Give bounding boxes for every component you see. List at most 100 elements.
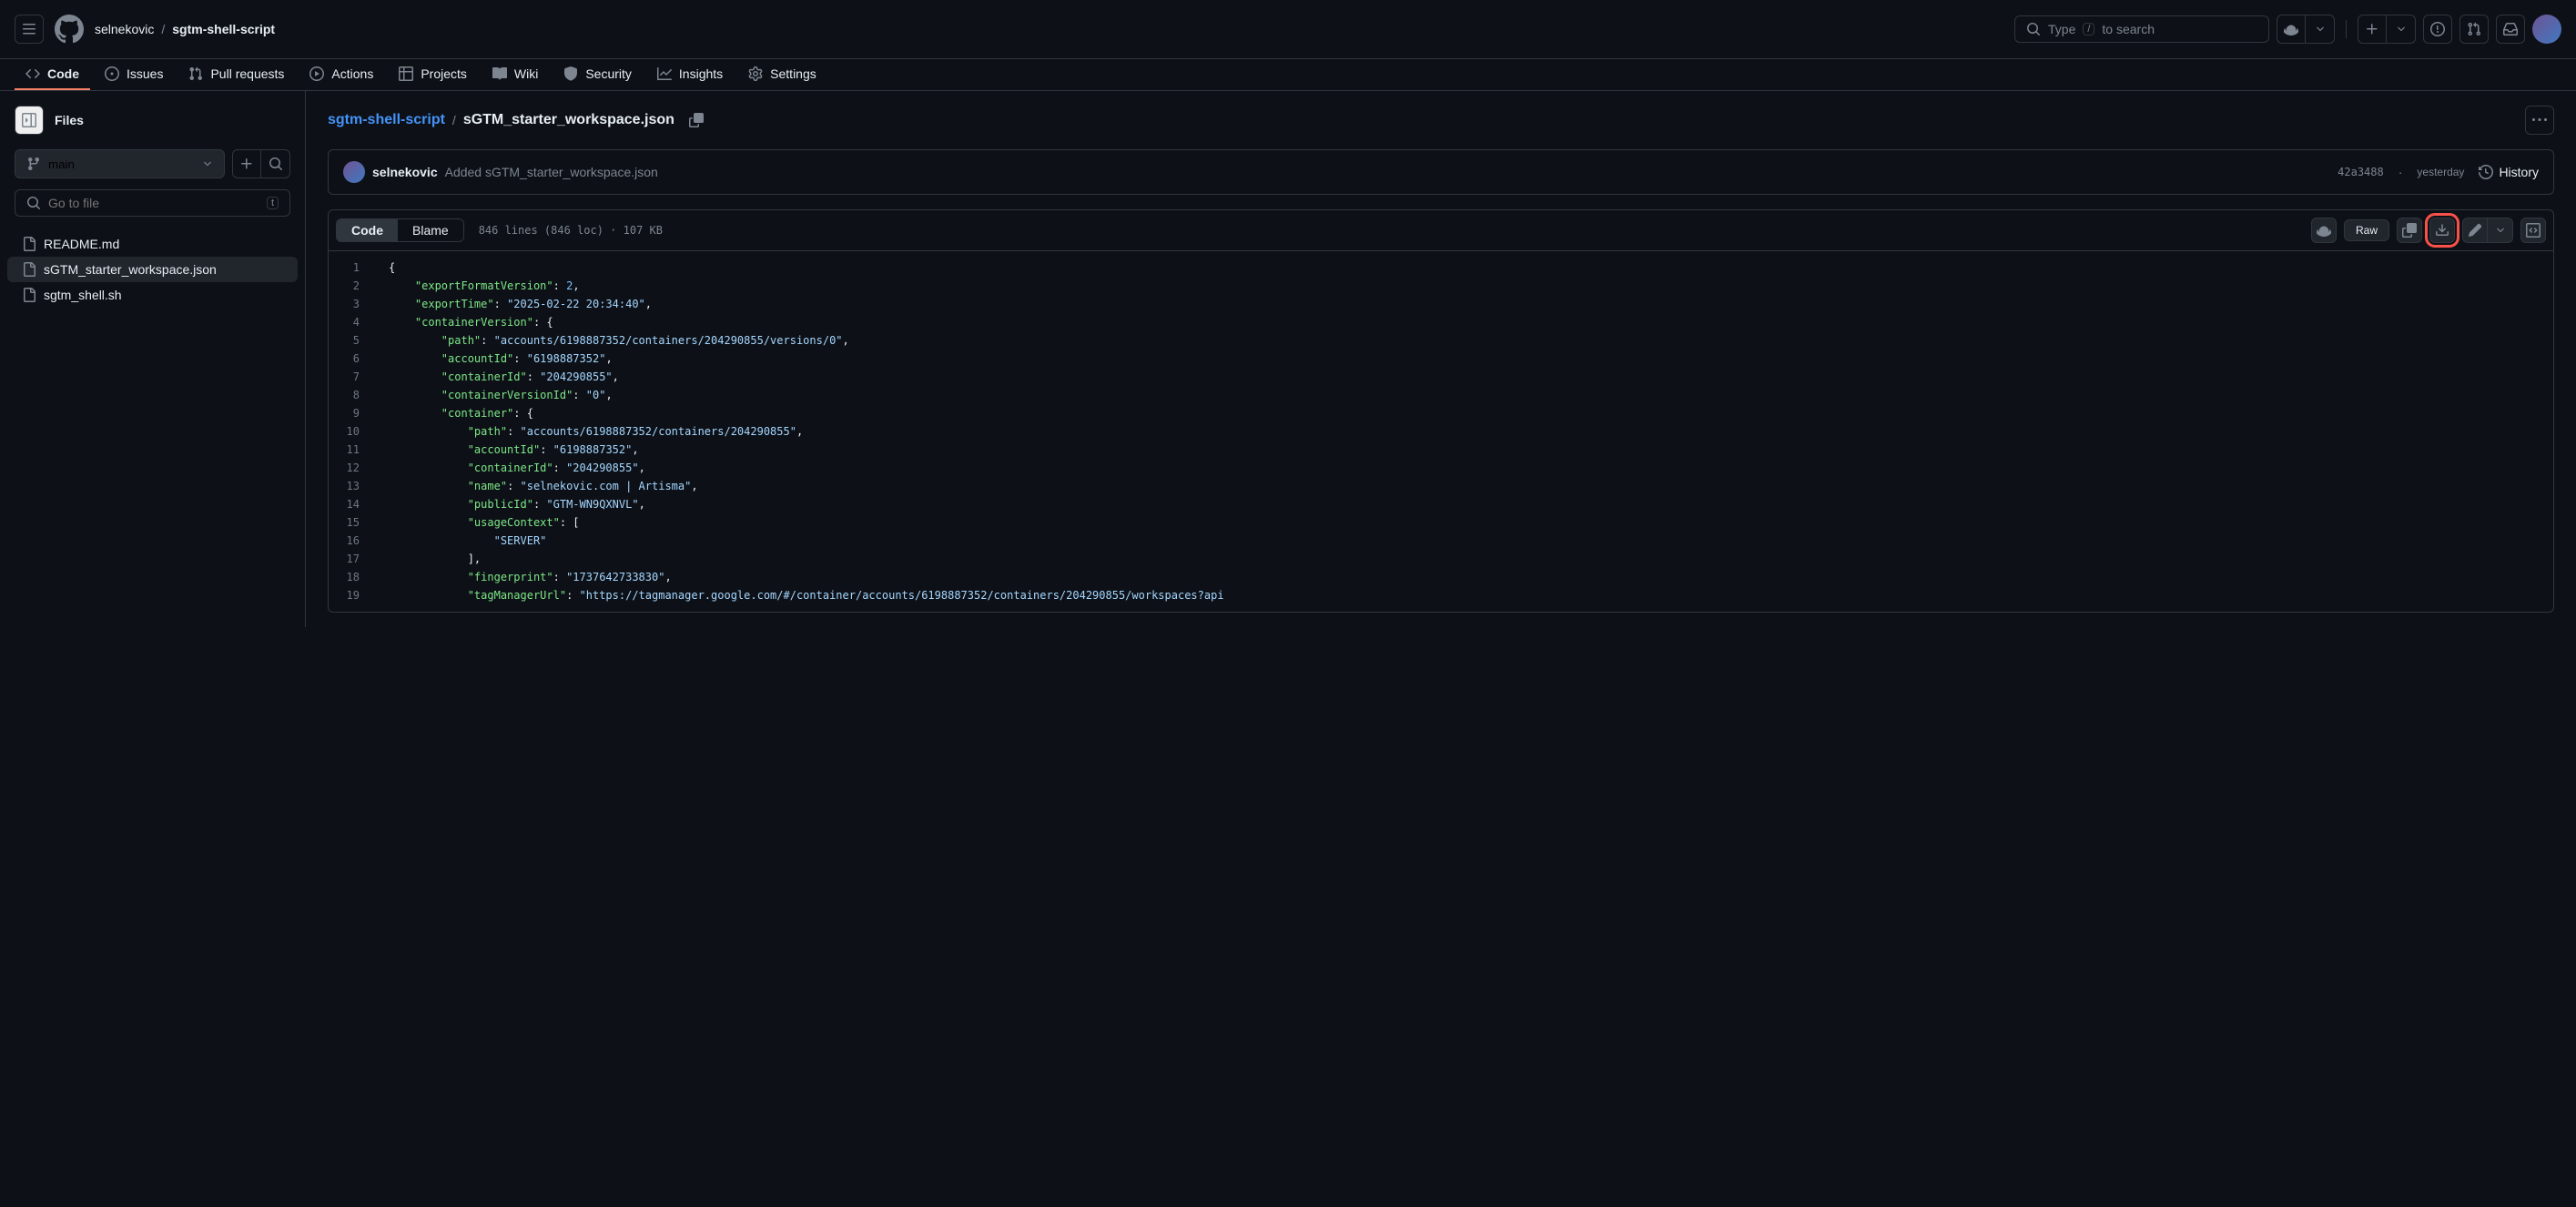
code-line: "containerId": "204290855", (374, 368, 2553, 386)
branch-name: main (48, 157, 75, 171)
file-tree-item[interactable]: sGTM_starter_workspace.json (7, 257, 298, 282)
repo-path-link[interactable]: sgtm-shell-script (328, 112, 445, 128)
history-link[interactable]: History (2479, 165, 2539, 179)
commit-message[interactable]: Added sGTM_starter_workspace.json (445, 165, 658, 179)
line-number[interactable]: 3 (329, 295, 374, 313)
file-tree-item[interactable]: README.md (7, 231, 298, 257)
go-to-file-input[interactable]: t (15, 189, 290, 217)
tab-pull-requests[interactable]: Pull requests (177, 59, 295, 90)
code-line: "path": "accounts/6198887352/containers/… (374, 331, 2553, 350)
tab-settings[interactable]: Settings (737, 59, 827, 90)
search-files-button[interactable] (261, 149, 290, 178)
search-shortcut: / (2083, 23, 2094, 36)
inbox-icon (2503, 22, 2518, 36)
file-icon (22, 237, 36, 251)
notifications-button[interactable] (2496, 15, 2525, 44)
line-number[interactable]: 15 (329, 513, 374, 532)
file-shortcut: t (267, 197, 279, 209)
line-number[interactable]: 1 (329, 259, 374, 277)
pull-requests-button[interactable] (2459, 15, 2489, 44)
file-tree-item[interactable]: sgtm_shell.sh (7, 282, 298, 308)
line-number[interactable]: 9 (329, 404, 374, 422)
line-number[interactable]: 8 (329, 386, 374, 404)
line-number[interactable]: 7 (329, 368, 374, 386)
line-number[interactable]: 5 (329, 331, 374, 350)
code-line: "exportTime": "2025-02-22 20:34:40", (374, 295, 2553, 313)
branch-selector[interactable]: main (15, 149, 225, 178)
tab-issues[interactable]: Issues (94, 59, 174, 90)
line-number[interactable]: 12 (329, 459, 374, 477)
tab-insights[interactable]: Insights (646, 59, 734, 90)
tab-security[interactable]: Security (553, 59, 643, 90)
hamburger-menu-button[interactable] (15, 15, 44, 44)
line-number[interactable]: 13 (329, 477, 374, 495)
line-number[interactable]: 14 (329, 495, 374, 513)
line-number[interactable]: 6 (329, 350, 374, 368)
create-new-dropdown[interactable] (2387, 15, 2416, 44)
history-icon (2479, 165, 2493, 179)
code-tab-button[interactable]: Code (337, 219, 398, 241)
create-new-button[interactable] (2358, 15, 2387, 44)
owner-link[interactable]: selnekovic (95, 22, 154, 36)
go-to-file-field[interactable] (48, 196, 259, 210)
symbols-button[interactable] (2520, 218, 2546, 243)
code-line: "exportFormatVersion": 2, (374, 277, 2553, 295)
code-line: "publicId": "GTM-WN9QXNVL", (374, 495, 2553, 513)
history-label: History (2499, 165, 2539, 179)
copilot-button[interactable] (2277, 15, 2306, 44)
edit-file-button[interactable] (2462, 218, 2488, 243)
commit-author-avatar[interactable] (343, 161, 365, 183)
file-tree-sidebar: Files main t README.mdsGTM_starter_work (0, 91, 306, 627)
copy-raw-button[interactable] (2397, 218, 2422, 243)
more-options-button[interactable] (2525, 106, 2554, 135)
blame-tab-button[interactable]: Blame (398, 219, 463, 241)
sidebar-collapse-button[interactable] (15, 106, 44, 135)
copilot-code-button[interactable] (2311, 218, 2337, 243)
repo-link[interactable]: sgtm-shell-script (172, 22, 275, 36)
tab-actions[interactable]: Actions (299, 59, 384, 90)
line-number[interactable]: 4 (329, 313, 374, 331)
copy-path-button[interactable] (682, 106, 711, 135)
issues-button[interactable] (2423, 15, 2452, 44)
edit-dropdown-button[interactable] (2488, 218, 2513, 243)
code-line: "accountId": "6198887352", (374, 441, 2553, 459)
code-line: { (374, 259, 2553, 277)
global-search[interactable]: Type / to search (2014, 15, 2269, 43)
line-number[interactable]: 11 (329, 441, 374, 459)
copilot-dropdown[interactable] (2306, 15, 2335, 44)
code-content[interactable]: { "exportFormatVersion": 2, "exportTime"… (374, 251, 2553, 612)
path-separator: / (452, 113, 456, 127)
search-type-label: Type (2048, 22, 2075, 36)
line-number[interactable]: 16 (329, 532, 374, 550)
menu-icon (22, 22, 36, 36)
file-icon (22, 288, 36, 302)
line-number[interactable]: 19 (329, 586, 374, 604)
download-raw-button[interactable] (2429, 218, 2455, 243)
commit-author-name[interactable]: selnekovic (372, 165, 438, 179)
github-logo[interactable] (55, 15, 84, 44)
search-icon (2026, 22, 2041, 36)
table-icon (399, 66, 413, 81)
repo-nav: Code Issues Pull requests Actions Projec… (0, 59, 2576, 91)
code-line: ], (374, 550, 2553, 568)
code-line: "name": "selnekovic.com | Artisma", (374, 477, 2553, 495)
commit-sha-sep: · (2399, 165, 2403, 179)
search-icon (26, 196, 41, 210)
raw-button[interactable]: Raw (2344, 219, 2389, 241)
line-number[interactable]: 2 (329, 277, 374, 295)
tab-wiki[interactable]: Wiki (482, 59, 549, 90)
add-file-button[interactable] (232, 149, 261, 178)
download-icon (2435, 223, 2449, 238)
user-avatar[interactable] (2532, 15, 2561, 44)
tab-projects[interactable]: Projects (388, 59, 478, 90)
tab-code[interactable]: Code (15, 59, 90, 90)
code-line: "SERVER" (374, 532, 2553, 550)
line-number[interactable]: 10 (329, 422, 374, 441)
line-number[interactable]: 18 (329, 568, 374, 586)
gear-icon (748, 66, 763, 81)
tab-code-label: Code (47, 66, 79, 81)
commit-sha[interactable]: 42a3488 (2338, 166, 2384, 178)
issue-icon (2430, 22, 2445, 36)
line-number[interactable]: 17 (329, 550, 374, 568)
github-icon (55, 15, 84, 44)
